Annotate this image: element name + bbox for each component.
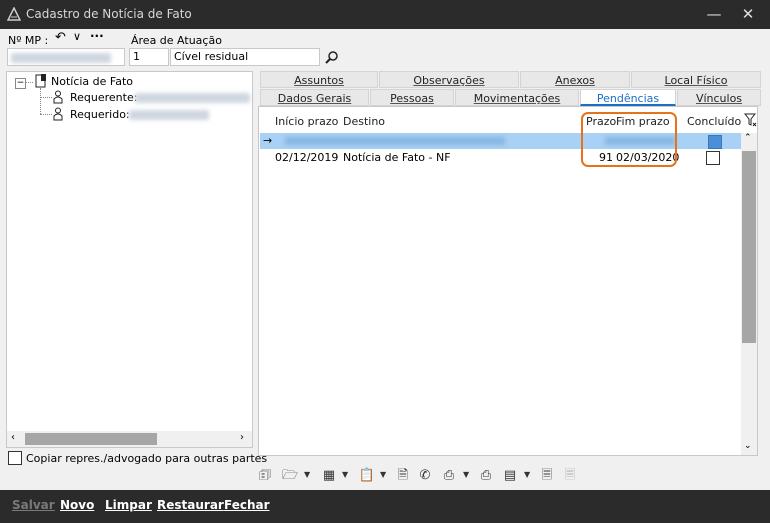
tab-pessoas[interactable]: Pessoas	[370, 89, 454, 106]
calendar-icon[interactable]: ▤	[501, 467, 519, 485]
person-icon	[53, 107, 63, 121]
scrollbar-thumb[interactable]	[742, 151, 756, 343]
chevron-down-icon[interactable]: ∨	[73, 30, 81, 43]
scrollbar-thumb[interactable]	[25, 433, 157, 445]
concluido-checkbox[interactable]	[706, 151, 720, 165]
window-title: Cadastro de Notícia de Fato	[26, 7, 192, 21]
tab-local-fisico[interactable]: Local Físico	[631, 71, 761, 88]
tree-requerido-label[interactable]: Requerido:	[70, 108, 130, 121]
collapse-icon[interactable]: −	[15, 78, 26, 89]
highlight-annotation	[581, 112, 677, 167]
mp-label: Nº MP :	[8, 34, 49, 47]
app-logo-icon	[7, 7, 21, 21]
row-pointer-icon: →	[263, 134, 273, 147]
mp-number-field[interactable]	[7, 48, 125, 66]
phone-icon[interactable]: ✆	[416, 467, 434, 485]
cell-inicio-prazo: 02/12/2019	[275, 151, 339, 164]
clear-button[interactable]: Limpar	[105, 498, 152, 512]
dropdown-arrow-icon[interactable]: ▼	[380, 470, 386, 479]
concluido-checkbox[interactable]	[708, 135, 722, 149]
col-inicio-prazo[interactable]: Início prazo	[275, 115, 338, 128]
close-button[interactable]: Fechar	[224, 498, 270, 512]
filter-icon[interactable]	[744, 113, 757, 127]
tab-pendencias[interactable]: Pendências	[580, 89, 676, 106]
col-destino[interactable]: Destino	[343, 115, 385, 128]
tree-requerente-label[interactable]: Requerente:	[70, 91, 137, 104]
vertical-scrollbar[interactable]: ⌃ ⌄	[741, 133, 757, 455]
title-bar: Cadastro de Notícia de Fato — ✕	[0, 0, 770, 29]
scroll-down-icon[interactable]: ⌄	[744, 441, 752, 451]
tab-vinculos[interactable]: Vínculos	[677, 89, 761, 106]
document-lock-icon[interactable]: 🗏	[538, 467, 556, 485]
save-button[interactable]: Salvar	[12, 498, 55, 512]
folder-icon[interactable]: 🗁	[281, 467, 299, 485]
scroll-left-icon[interactable]: ‹	[11, 432, 15, 443]
minimize-icon[interactable]: —	[704, 4, 724, 24]
search-icon[interactable]	[325, 50, 339, 64]
copy-repres-checkbox[interactable]	[8, 451, 22, 465]
copy-repres-label: Copiar repres./advogado para outras part…	[26, 452, 268, 465]
tab-observacoes[interactable]: Observações	[379, 71, 519, 88]
dropdown-arrow-icon[interactable]: ▼	[304, 470, 310, 479]
dropdown-arrow-icon[interactable]: ▼	[463, 470, 469, 479]
scroll-up-icon[interactable]: ⌃	[744, 133, 752, 143]
transfer-icon: 🗏	[564, 468, 576, 483]
more-icon[interactable]: ···	[90, 29, 104, 43]
printer-icon[interactable]: ⎙	[440, 467, 458, 485]
tab-movimentacoes[interactable]: Movimentações	[455, 89, 579, 106]
add-document-icon[interactable]: 🗊	[256, 467, 274, 485]
col-concluido[interactable]: Concluído	[687, 115, 741, 128]
hierarchy-icon[interactable]: ▦	[320, 467, 338, 485]
horizontal-scrollbar[interactable]: ‹ ›	[7, 431, 252, 447]
tab-anexos[interactable]: Anexos	[520, 71, 630, 88]
area-name-field[interactable]: Cível residual	[170, 48, 320, 66]
close-icon[interactable]: ✕	[738, 4, 758, 24]
tab-dados-gerais[interactable]: Dados Gerais	[260, 89, 369, 106]
area-code-field[interactable]: 1	[129, 48, 169, 66]
area-label: Área de Atuação	[131, 34, 222, 47]
tree-root-label[interactable]: Notícia de Fato	[51, 75, 133, 88]
tab-assuntos[interactable]: Assuntos	[260, 71, 378, 88]
print-icon[interactable]: ⎙	[477, 467, 495, 485]
new-button[interactable]: Novo	[60, 498, 94, 512]
document-icon	[35, 74, 47, 88]
back-icon[interactable]: ↶	[55, 30, 66, 45]
documents-icon[interactable]: 🗎	[394, 467, 412, 485]
action-bar: Salvar Novo Limpar Restaurar Fechar	[0, 490, 770, 523]
scroll-right-icon[interactable]: ›	[240, 432, 244, 443]
restore-button[interactable]: Restaurar	[157, 498, 224, 512]
cell-destino: Notícia de Fato - NF	[343, 151, 451, 164]
person-icon	[53, 90, 63, 104]
dropdown-arrow-icon[interactable]: ▼	[342, 470, 348, 479]
copy-list-icon[interactable]: 📋	[358, 467, 376, 485]
tree-panel: − Notícia de Fato Requerente: Requerido:…	[6, 71, 253, 448]
dropdown-arrow-icon[interactable]: ▼	[524, 470, 530, 479]
